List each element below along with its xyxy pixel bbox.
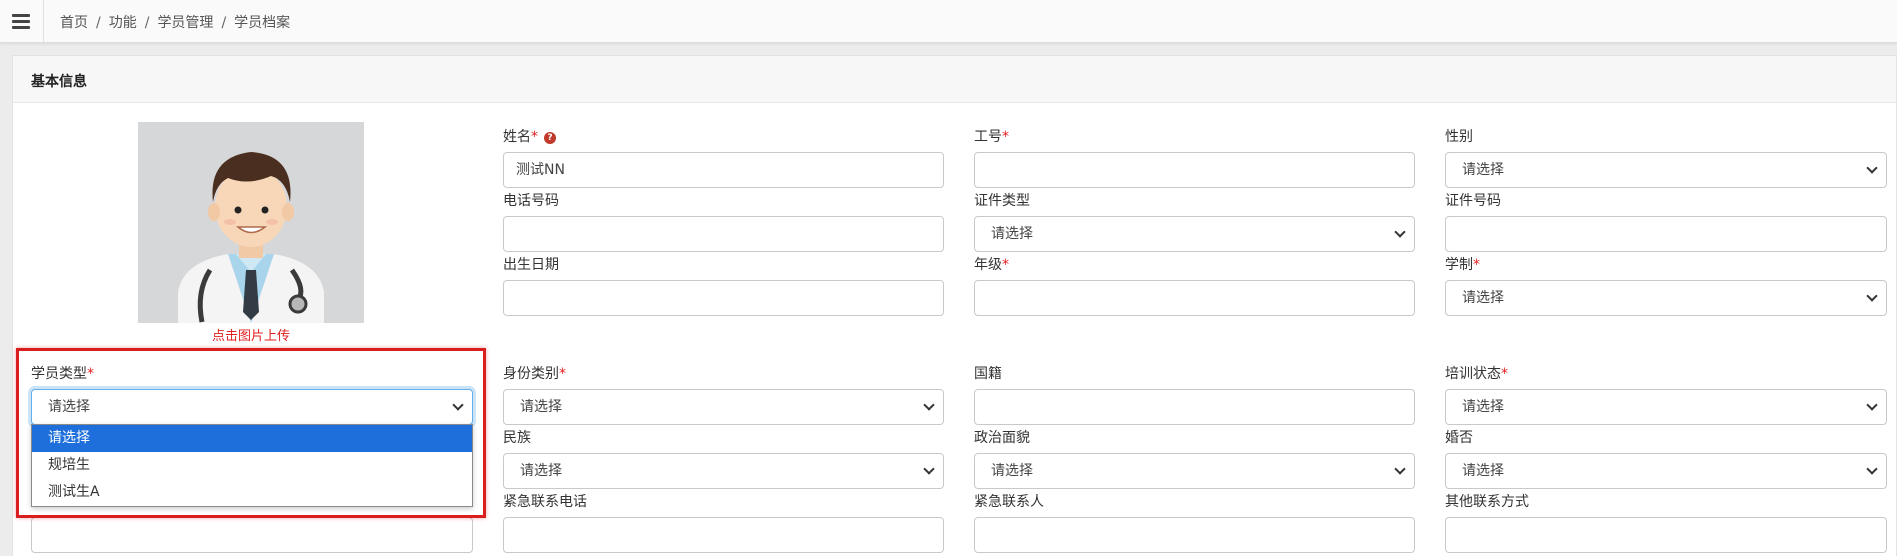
top-bar: 首页 / 功能 / 学员管理 / 学员档案 (0, 0, 1897, 43)
identity-label: 身份类别* (503, 366, 566, 382)
student-type-row6-input[interactable] (31, 517, 473, 553)
birth-input[interactable] (503, 280, 944, 316)
emergency-contact-label: 紧急联系人 (974, 494, 1044, 510)
chevron-down-icon (923, 399, 935, 411)
political-select[interactable]: 请选择 (974, 453, 1415, 489)
ethnicity-select[interactable]: 请选择 (503, 453, 944, 489)
ethnicity-label: 民族 (503, 430, 531, 446)
breadcrumb: 首页 / 功能 / 学员管理 / 学员档案 (60, 15, 291, 31)
grade-label: 年级* (974, 257, 1009, 273)
other-contact-input[interactable] (1445, 517, 1887, 553)
menu-toggle-icon[interactable] (8, 8, 34, 34)
name-input[interactable]: 测试NN (503, 152, 944, 188)
chevron-down-icon (1866, 399, 1878, 411)
nationality-label: 国籍 (974, 366, 1002, 382)
name-label: 姓名*? (503, 126, 556, 146)
panel-header: 基本信息 (13, 56, 1896, 103)
panel-title: 基本信息 (31, 74, 87, 90)
doctor-avatar-icon (138, 122, 364, 323)
breadcrumb-home[interactable]: 首页 (60, 15, 88, 31)
other-contact-label: 其他联系方式 (1445, 494, 1529, 510)
identity-select[interactable]: 请选择 (503, 389, 944, 425)
training-status-label: 培训状态* (1445, 366, 1508, 382)
dropdown-option[interactable]: 规培生 (32, 452, 472, 479)
chevron-down-icon (1394, 463, 1406, 475)
chevron-down-icon (1866, 463, 1878, 475)
marital-select[interactable]: 请选择 (1445, 453, 1887, 489)
breadcrumb-student-file: 学员档案 (234, 15, 291, 31)
dropdown-option[interactable]: 测试生A (32, 479, 472, 506)
help-icon[interactable]: ? (544, 132, 556, 144)
breadcrumb-function[interactable]: 功能 (109, 15, 137, 31)
id-no-label: 证件号码 (1445, 193, 1501, 209)
emergency-phone-label: 紧急联系电话 (503, 494, 587, 510)
chevron-down-icon (923, 463, 935, 475)
id-type-label: 证件类型 (974, 193, 1030, 209)
nationality-input[interactable] (974, 389, 1415, 425)
marital-label: 婚否 (1445, 430, 1473, 446)
id-type-select[interactable]: 请选择 (974, 216, 1415, 252)
employee-no-input[interactable] (974, 152, 1415, 188)
gender-select[interactable]: 请选择 (1445, 152, 1887, 188)
breadcrumb-student-management[interactable]: 学员管理 (157, 15, 213, 31)
employee-no-label: 工号* (974, 129, 1009, 145)
gender-label: 性别 (1445, 129, 1473, 145)
chevron-down-icon (1866, 162, 1878, 174)
emergency-phone-input[interactable] (503, 517, 944, 553)
dropdown-option[interactable]: 请选择 (32, 425, 472, 452)
avatar-upload[interactable] (138, 122, 364, 323)
chevron-down-icon (1394, 226, 1406, 238)
training-status-select[interactable]: 请选择 (1445, 389, 1887, 425)
topbar-divider (43, 0, 44, 43)
id-no-input[interactable] (1445, 216, 1887, 252)
student-type-dropdown: 请选择 规培生 测试生A (31, 424, 473, 507)
emergency-contact-input[interactable] (974, 517, 1415, 553)
phone-label: 电话号码 (503, 193, 559, 209)
birth-label: 出生日期 (503, 257, 559, 273)
grade-input[interactable] (974, 280, 1415, 316)
phone-input[interactable] (503, 216, 944, 252)
upload-hint[interactable]: 点击图片上传 (138, 325, 364, 344)
schooling-select[interactable]: 请选择 (1445, 280, 1887, 316)
chevron-down-icon (1866, 290, 1878, 302)
political-label: 政治面貌 (974, 430, 1030, 446)
schooling-label: 学制* (1445, 257, 1480, 273)
